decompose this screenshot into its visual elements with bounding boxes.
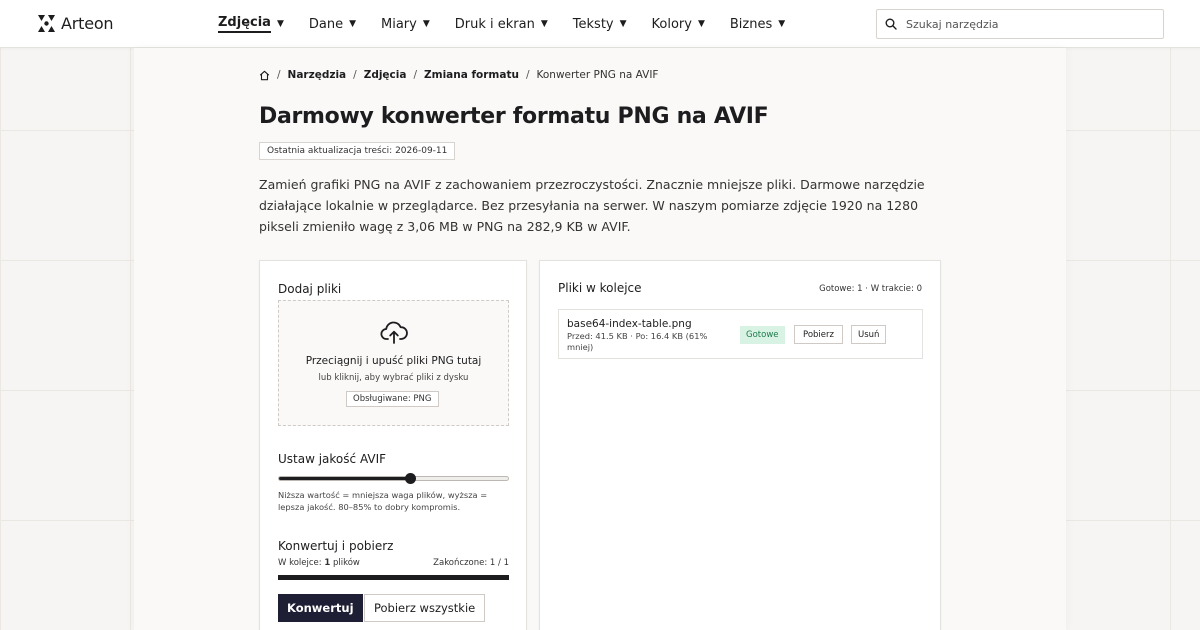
search-box[interactable] [876,9,1164,39]
breadcrumb-separator: / [353,69,357,81]
nav-label: Miary [381,16,417,32]
chevron-down-icon: ▼ [276,19,284,29]
queue-heading: Pliki w kolejce [558,281,642,295]
breadcrumb-separator: / [277,69,281,81]
download-all-button[interactable]: Pobierz wszystkie [364,594,486,622]
conversion-progress-fill [278,575,509,580]
convert-stats: W kolejce: 1 plików Zakończone: 1 / 1 [278,558,509,568]
search-icon [885,18,897,30]
breadcrumb-link-zmiana-formatu[interactable]: Zmiana formatu [424,69,519,81]
arteon-logo-icon [38,15,55,32]
chevron-down-icon: ▼ [422,19,430,29]
dropzone-title: Przeciągnij i upuść pliki PNG tutaj [305,355,482,367]
nav-label: Dane [308,16,344,32]
page-title: Darmowy konwerter formatu PNG na AVIF [259,104,769,129]
list-item: base64-index-table.png Przed: 41.5 KB · … [558,309,923,359]
converter-panel: Dodaj pliki Przeciągnij i upuść pliki PN… [259,260,527,630]
main-content: / Narzędzia / Zdjęcia / Zmiana formatu /… [134,48,1066,630]
supported-formats-chip: Obsługiwane: PNG [346,391,439,407]
finished-count-text: Zakończone: 1 / 1 [433,558,509,568]
chevron-down-icon: ▼ [778,19,786,29]
breadcrumb: / Narzędzia / Zdjęcia / Zmiana formatu /… [259,69,658,81]
chevron-down-icon: ▼ [619,19,627,29]
cloud-upload-icon [380,321,408,344]
remove-file-button[interactable]: Usuń [851,325,887,344]
nav-item-kolory[interactable]: Kolory ▼ [652,0,705,48]
file-queue-panel: Pliki w kolejce Gotowe: 1 · W trakcie: 0… [539,260,941,630]
breadcrumb-current: Konwerter PNG na AVIF [536,69,659,81]
convert-button[interactable]: Konwertuj [278,594,363,622]
queue-status: Gotowe: 1 · W trakcie: 0 [819,284,922,294]
queue-count-prefix: W kolejce: [278,558,325,568]
nav-label: Kolory [651,16,692,32]
quality-hint: Niższa wartość = mniejsza waga plików, w… [278,490,488,512]
convert-heading: Konwertuj i pobierz [278,539,394,553]
chevron-down-icon: ▼ [697,19,705,29]
quality-slider[interactable] [278,473,509,484]
nav-item-dane[interactable]: Dane ▼ [309,0,356,48]
add-files-heading: Dodaj pliki [278,282,342,296]
quality-slider-fill [279,477,410,480]
file-size-meta: Przed: 41.5 KB · Po: 16.4 KB (61% mniej) [567,331,708,352]
download-file-button[interactable]: Pobierz [794,325,843,344]
top-header: Arteon Zdjęcia ▼ Dane ▼ Miary ▼ Druk i e… [0,0,1200,48]
nav-item-teksty[interactable]: Teksty ▼ [573,0,627,48]
chevron-down-icon: ▼ [349,19,357,29]
queue-count-text: W kolejce: 1 plików [278,558,360,568]
nav-label: Teksty [572,16,614,32]
queue-count-suffix: plików [330,558,360,568]
last-updated-badge: Ostatnia aktualizacja treści: 2026-09-11 [259,142,456,160]
chevron-down-icon: ▼ [540,19,548,29]
status-badge: Gotowe [740,326,785,344]
conversion-progress-bar [278,575,509,580]
nav-item-biznes[interactable]: Biznes ▼ [730,0,785,48]
file-name: base64-index-table.png [567,318,692,330]
breadcrumb-separator: / [525,69,530,81]
nav-label: Druk i ekran [454,16,535,32]
home-icon[interactable] [259,70,270,81]
main-nav: Zdjęcia ▼ Dane ▼ Miary ▼ Druk i ekran ▼ … [218,0,810,48]
quality-heading: Ustaw jakość AVIF [278,452,387,466]
nav-item-miary[interactable]: Miary ▼ [381,0,430,48]
nav-label: Zdjęcia [218,15,271,33]
dropzone-subtitle: lub kliknij, aby wybrać pliki z dysku [318,373,469,383]
breadcrumb-link-narzedzia[interactable]: Narzędzia [288,69,347,81]
brand-logo[interactable]: Arteon [38,14,114,33]
nav-item-druk-i-ekran[interactable]: Druk i ekran ▼ [455,0,548,48]
quality-slider-thumb[interactable] [404,473,416,484]
intro-text: Zamień grafiki PNG na AVIF z zachowaniem… [259,177,925,234]
nav-item-zdjecia[interactable]: Zdjęcia ▼ [218,0,284,48]
breadcrumb-separator: / [413,69,418,81]
search-input[interactable] [906,17,1146,31]
file-dropzone[interactable]: Przeciągnij i upuść pliki PNG tutaj lub … [278,300,509,426]
breadcrumb-link-zdjecia[interactable]: Zdjęcia [364,69,407,81]
brand-name: Arteon [61,14,114,33]
nav-label: Biznes [729,16,773,32]
